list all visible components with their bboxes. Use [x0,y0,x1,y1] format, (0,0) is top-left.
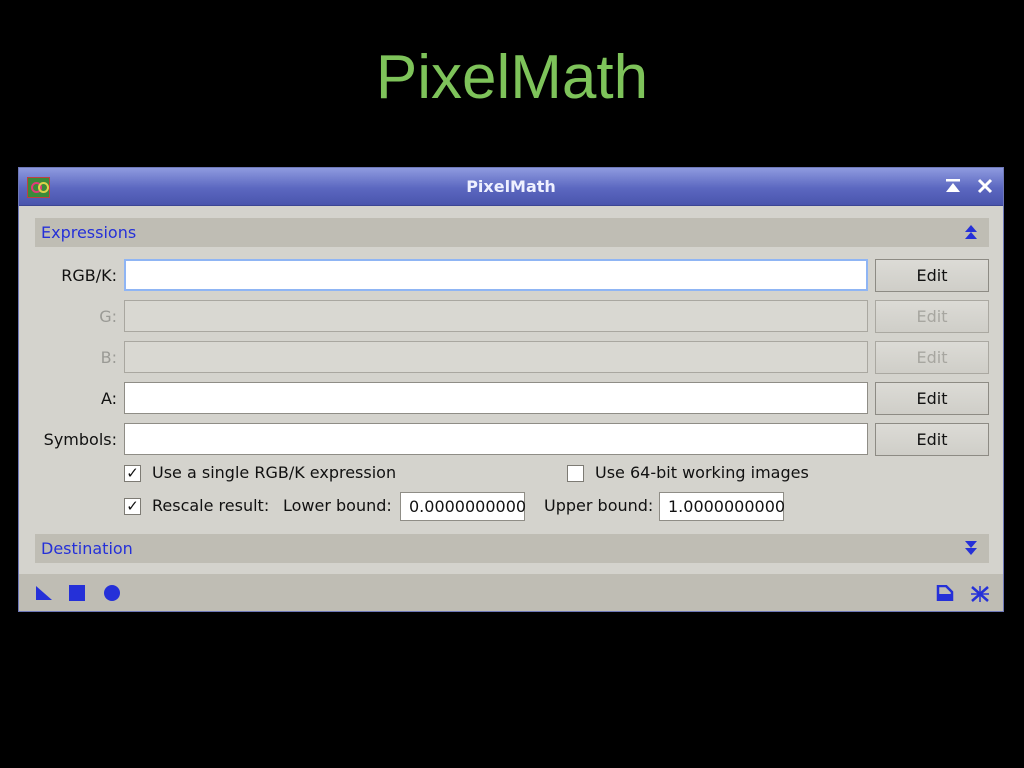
rgbk-edit-button[interactable]: Edit [875,259,989,292]
a-edit-button[interactable]: Edit [875,382,989,415]
b-expression-input[interactable] [124,341,868,373]
reset-icon[interactable] [936,584,954,605]
b-label: B: [100,348,117,367]
close-icon[interactable] [974,175,996,197]
g-expression-input[interactable] [124,300,868,332]
shade-icon[interactable] [942,175,964,197]
preferences-icon[interactable] [970,585,990,607]
rescale-label: Rescale result: [152,496,270,515]
window-titlebar[interactable]: PixelMath [19,168,1003,206]
expand-icon[interactable] [961,537,981,559]
slide-title: PixelMath [375,43,649,112]
rescale-checkbox[interactable]: ✓ [124,498,141,515]
b-edit-button[interactable]: Edit [875,341,989,374]
apply-global-icon[interactable] [103,585,121,605]
a-label: A: [100,389,117,408]
expressions-section-label: Expressions [41,223,137,242]
window-title: PixelMath [466,177,556,196]
lower-bound-label: Lower bound: [283,496,392,515]
rgbk-label: RGB/K: [61,266,117,285]
a-expression-input[interactable] [124,382,868,414]
destination-section-header[interactable]: Destination [35,534,989,563]
single-rgbk-label: Use a single RGB/K expression [152,463,397,482]
symbols-input[interactable] [124,423,868,455]
g-edit-button[interactable]: Edit [875,300,989,333]
pixelmath-window: PixelMath Expressions RGB/K: Edit G: Edi… [18,167,1004,612]
upper-bound-input[interactable]: 1.0000000000 [659,492,785,521]
destination-section-label: Destination [41,539,133,558]
process-bottom-bar [19,574,1003,611]
use-64bit-label: Use 64-bit working images [595,463,809,482]
expressions-section-header[interactable]: Expressions [35,218,989,247]
apply-icon[interactable] [68,585,86,605]
lower-bound-input[interactable]: 0.0000000000 [400,492,526,521]
symbols-edit-button[interactable]: Edit [875,423,989,456]
upper-bound-label: Upper bound: [544,496,654,515]
single-rgbk-checkbox[interactable]: ✓ [124,465,141,482]
g-label: G: [99,307,117,326]
use-64bit-checkbox[interactable] [567,465,584,482]
new-instance-icon[interactable] [35,585,53,605]
collapse-icon[interactable] [961,221,981,243]
rgbk-expression-input[interactable] [124,259,868,291]
symbols-label: Symbols: [43,430,117,449]
